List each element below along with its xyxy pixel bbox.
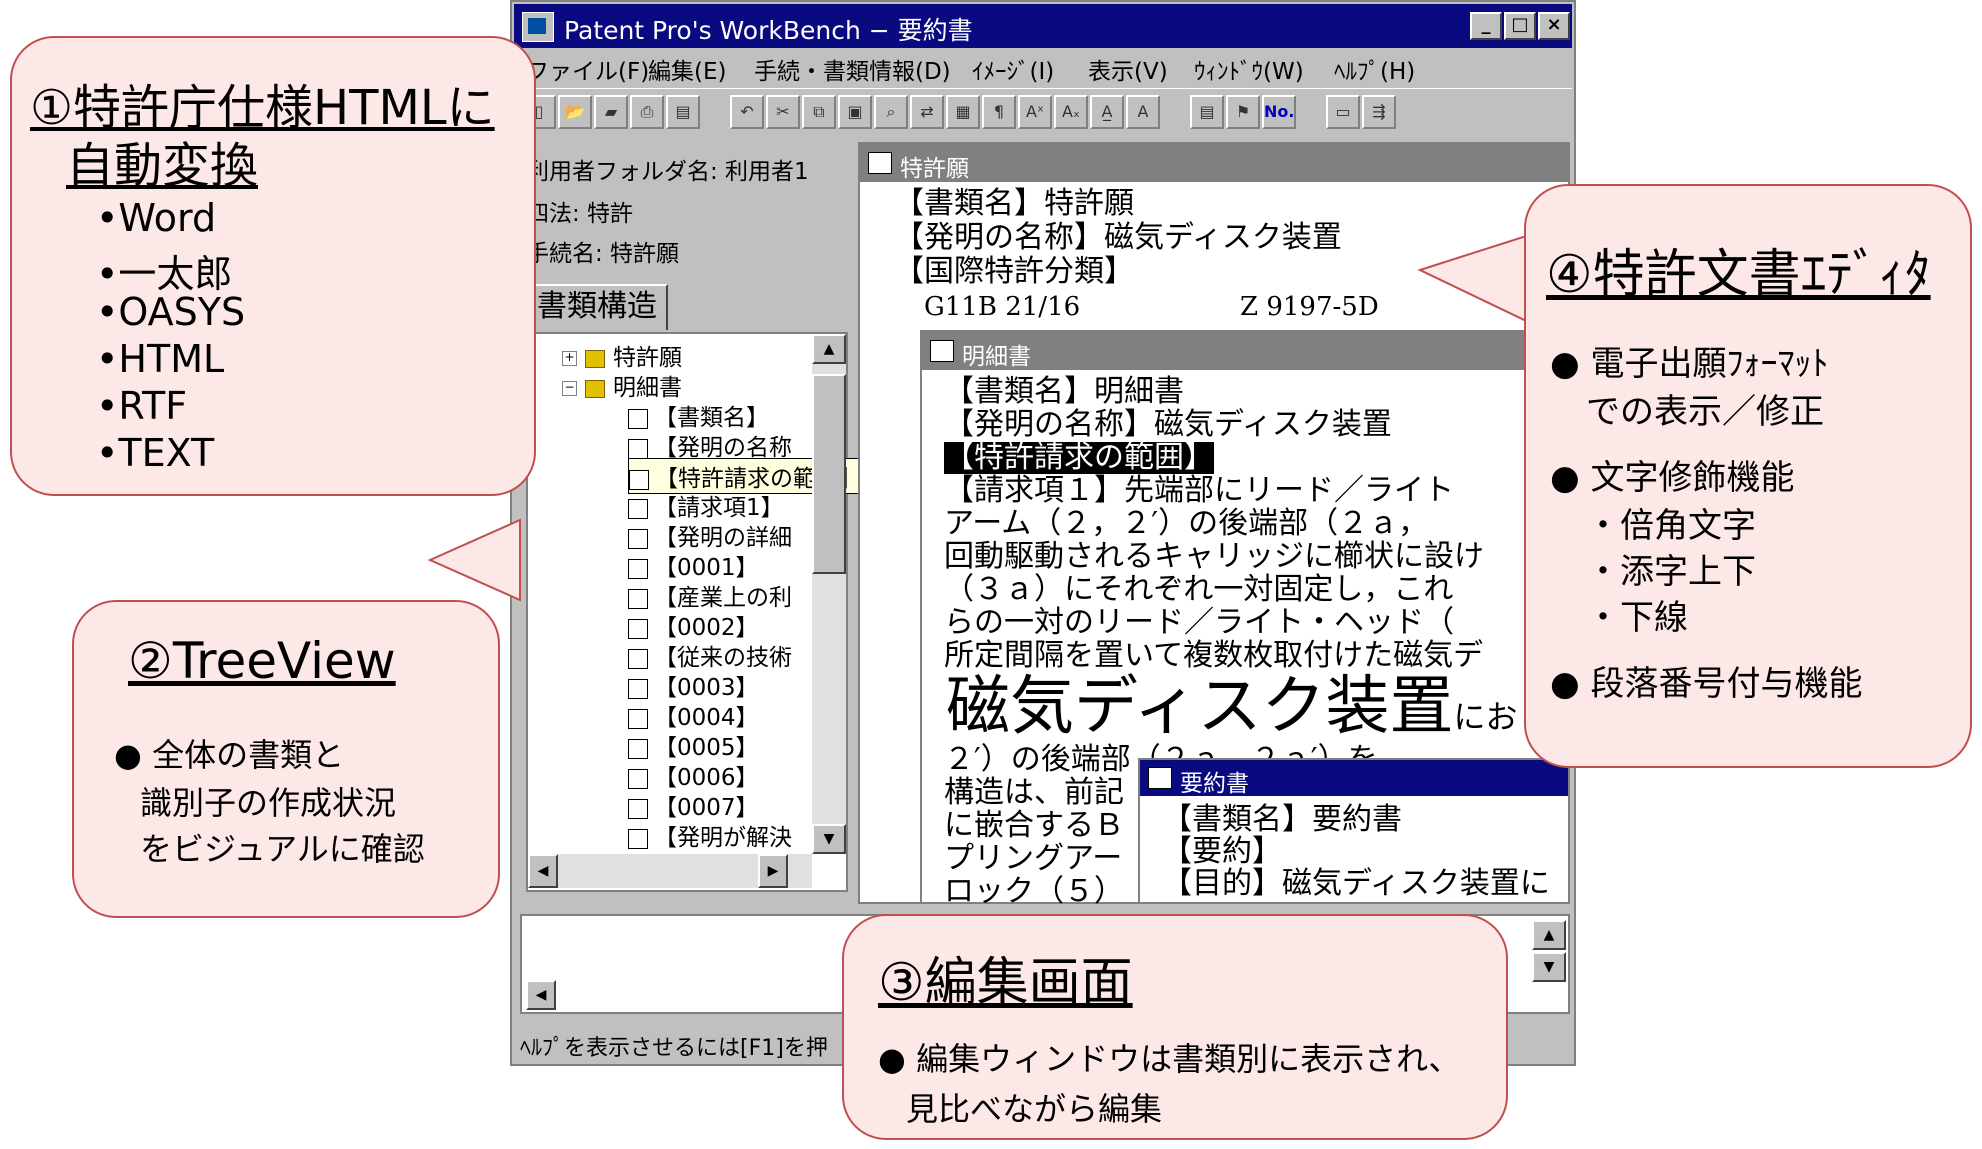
callout2-line-2: 識別子の作成状況 — [140, 784, 397, 822]
callout2-line-3: をビジュアルに確認 — [140, 830, 425, 868]
callout3-line-1: ● 編集ウィンドウは書類別に表示され、 — [878, 1040, 1461, 1078]
callout2-line-1: ● 全体の書類と — [114, 736, 345, 774]
callout4-line: ・下線 — [1586, 598, 1688, 638]
callout4-line: ● 段落番号付与機能 — [1550, 664, 1863, 704]
callout-edit-screen: ③編集画面 ● 編集ウィンドウは書類別に表示され、 見比べながら編集 — [842, 914, 1508, 1140]
callout1-item: •Word — [96, 196, 217, 240]
callout4-title: ④特許文書ｴﾃﾞｨﾀ — [1546, 245, 1931, 305]
callout-html-conversion: ①特許庁仕様HTMLに 自動変換 •Word •一太郎 •OASYS •HTML •RT… — [10, 36, 536, 496]
callout1-item: •RTF — [96, 384, 188, 428]
callout1-title-line2: 自動変換 — [66, 138, 259, 194]
callout1-item: •TEXT — [96, 431, 215, 475]
callout1-item: •OASYS — [96, 290, 246, 334]
callout4-line: ・倍角文字 — [1586, 506, 1756, 546]
callout1-item: •HTML — [96, 337, 225, 381]
callout4-line: ● 文字修飾機能 — [1550, 458, 1795, 498]
callout-treeview: ②TreeView ● 全体の書類と 識別子の作成状況 をビジュアルに確認 — [72, 600, 500, 918]
callout4-line: ・添字上下 — [1586, 552, 1756, 592]
callout-patent-editor: ④特許文書ｴﾃﾞｨﾀ ● 電子出願ﾌｫｰﾏｯﾄ での表示／修正 ● 文字修飾機能 ・倍… — [1524, 184, 1972, 768]
callout4-line: での表示／修正 — [1586, 392, 1824, 432]
callout4-line: ● 電子出願ﾌｫｰﾏｯﾄ — [1550, 344, 1829, 384]
callout3-line-2: 見比べながら編集 — [906, 1090, 1163, 1128]
callout2-title: ②TreeView — [128, 632, 396, 690]
callout3-title: ③編集画面 — [878, 953, 1133, 1013]
